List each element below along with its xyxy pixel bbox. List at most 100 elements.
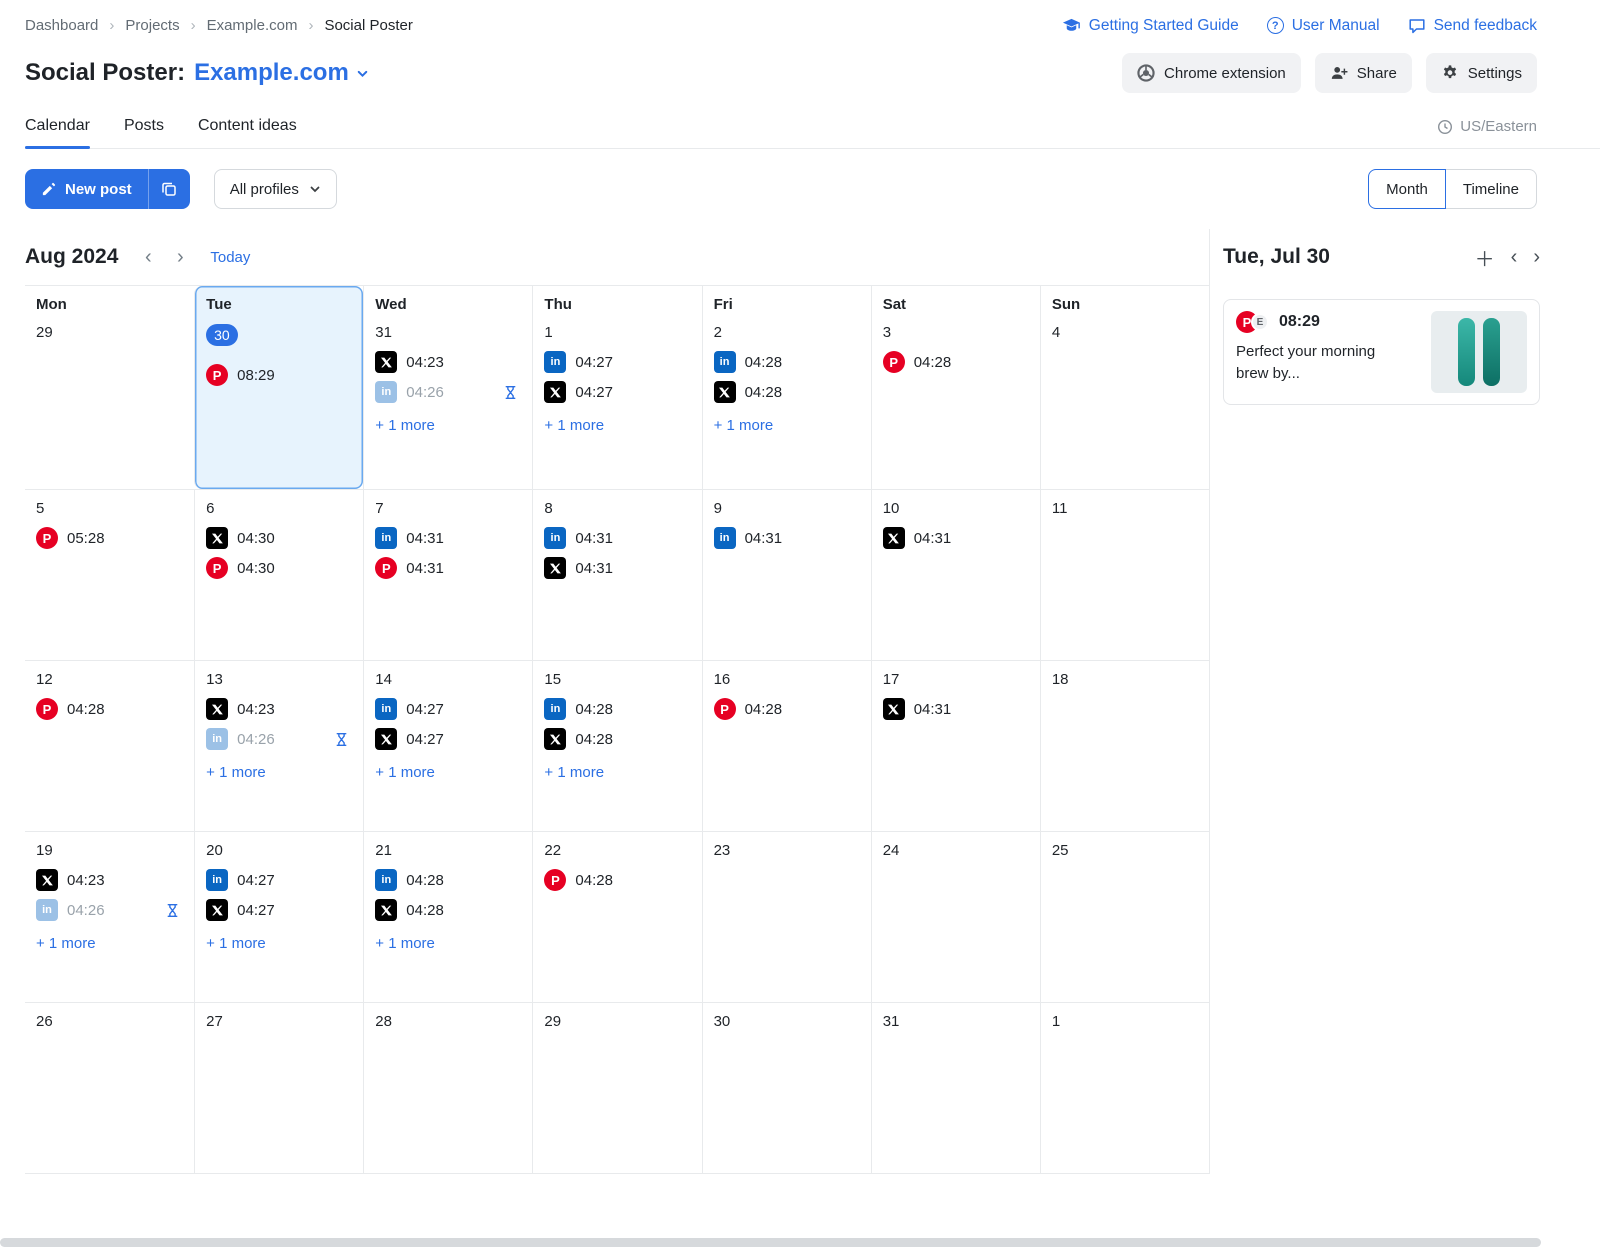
day-cell[interactable]: 23 [702,831,871,1002]
scheduled-post[interactable]: in04:31 [714,527,859,549]
scheduled-post[interactable]: 04:28 [544,728,689,750]
scheduled-post[interactable]: in04:28 [714,351,859,373]
scheduled-post[interactable]: 04:30 [206,527,351,549]
more-posts-link[interactable]: + 1 more [714,417,774,434]
scheduled-post[interactable]: in04:26 [375,381,520,403]
scheduled-post[interactable]: P04:30 [206,557,351,579]
day-cell[interactable]: Sun4 [1040,286,1209,489]
day-cell[interactable]: Wed3104:23in04:26+ 1 more [363,286,532,489]
view-timeline-button[interactable]: Timeline [1446,169,1537,209]
day-cell[interactable]: 1304:23in04:26+ 1 more [194,660,363,831]
day-cell[interactable]: 15in04:2804:28+ 1 more [532,660,701,831]
more-posts-link[interactable]: + 1 more [375,417,435,434]
day-cell[interactable]: 29 [532,1002,701,1173]
day-cell[interactable]: 1904:23in04:26+ 1 more [25,831,194,1002]
scheduled-post[interactable]: 04:23 [206,698,351,720]
day-cell[interactable]: 7in04:31P04:31 [363,489,532,660]
day-cell[interactable]: 1 [1040,1002,1209,1173]
day-cell[interactable]: 1704:31 [871,660,1040,831]
breadcrumb-item-project[interactable]: Example.com [207,17,298,34]
scheduled-post[interactable]: P04:28 [544,869,689,891]
more-posts-link[interactable]: + 1 more [375,764,435,781]
send-feedback-link[interactable]: Send feedback [1408,17,1537,35]
breadcrumb-item-projects[interactable]: Projects [125,17,179,34]
day-cell[interactable]: 16P04:28 [702,660,871,831]
day-cell[interactable]: 30 [702,1002,871,1173]
scheduled-post[interactable]: 04:27 [544,381,689,403]
day-cell[interactable]: 12P04:28 [25,660,194,831]
day-cell[interactable]: 9in04:31 [702,489,871,660]
scheduled-post[interactable]: in04:27 [206,869,351,891]
getting-started-guide-link[interactable]: Getting Started Guide [1062,16,1239,35]
day-cell[interactable]: Sat3P04:28 [871,286,1040,489]
day-cell[interactable]: Tue30P08:29 [194,286,363,489]
view-month-button[interactable]: Month [1368,169,1446,209]
horizontal-scrollbar[interactable] [0,1238,1541,1247]
tab-posts[interactable]: Posts [124,117,164,148]
scheduled-post[interactable]: in04:28 [544,698,689,720]
more-posts-link[interactable]: + 1 more [36,935,96,952]
bulk-post-button[interactable] [148,169,190,209]
scheduled-post[interactable]: P04:28 [714,698,859,720]
day-cell[interactable]: 20in04:2704:27+ 1 more [194,831,363,1002]
scheduled-post[interactable]: in04:26 [36,899,182,921]
day-cell[interactable]: 24 [871,831,1040,1002]
more-posts-link[interactable]: + 1 more [544,417,604,434]
scheduled-post[interactable]: 04:28 [714,381,859,403]
day-cell[interactable]: 27 [194,1002,363,1173]
scheduled-post[interactable]: P08:29 [206,364,351,386]
more-posts-link[interactable]: + 1 more [375,935,435,952]
day-cell[interactable]: 8in04:3104:31 [532,489,701,660]
scheduled-post[interactable]: 04:23 [375,351,520,373]
scheduled-post[interactable]: 04:28 [375,899,520,921]
scheduled-post[interactable]: P05:28 [36,527,182,549]
prev-day-button[interactable]: ‹ [1511,246,1518,269]
scheduled-post[interactable]: 04:31 [883,527,1028,549]
day-cell[interactable]: 11 [1040,489,1209,660]
scheduled-post[interactable]: 04:31 [544,557,689,579]
scheduled-post[interactable]: in04:31 [375,527,520,549]
next-day-button[interactable]: › [1533,246,1540,269]
day-cell[interactable]: 18 [1040,660,1209,831]
day-cell[interactable]: 26 [25,1002,194,1173]
share-button[interactable]: Share [1315,53,1412,93]
day-cell[interactable]: 1004:31 [871,489,1040,660]
settings-button[interactable]: Settings [1426,53,1537,93]
scheduled-post[interactable]: in04:27 [544,351,689,373]
day-cell[interactable]: 14in04:2704:27+ 1 more [363,660,532,831]
post-card[interactable]: P E 08:29 Perfect your morning brew by..… [1223,299,1540,405]
day-cell[interactable]: 31 [871,1002,1040,1173]
day-cell[interactable]: 5P05:28 [25,489,194,660]
next-month-button[interactable]: › [166,243,194,271]
today-button[interactable]: Today [210,249,250,266]
scheduled-post[interactable]: 04:27 [206,899,351,921]
more-posts-link[interactable]: + 1 more [206,935,266,952]
day-cell[interactable]: 604:30P04:30 [194,489,363,660]
scheduled-post[interactable]: P04:31 [375,557,520,579]
project-selector[interactable]: Example.com [194,59,369,87]
profiles-filter-dropdown[interactable]: All profiles [214,169,337,209]
more-posts-link[interactable]: + 1 more [206,764,266,781]
user-manual-link[interactable]: ? User Manual [1267,17,1380,35]
add-post-button[interactable]: ＋ [1475,243,1495,272]
day-cell[interactable]: 28 [363,1002,532,1173]
more-posts-link[interactable]: + 1 more [544,764,604,781]
day-cell[interactable]: Fri2in04:2804:28+ 1 more [702,286,871,489]
scheduled-post[interactable]: in04:27 [375,698,520,720]
scheduled-post[interactable]: in04:28 [375,869,520,891]
new-post-button[interactable]: New post [25,169,148,209]
tab-content-ideas[interactable]: Content ideas [198,117,297,148]
day-cell[interactable]: 21in04:2804:28+ 1 more [363,831,532,1002]
day-cell[interactable]: 22P04:28 [532,831,701,1002]
scheduled-post[interactable]: 04:27 [375,728,520,750]
day-cell[interactable]: 25 [1040,831,1209,1002]
scheduled-post[interactable]: 04:31 [883,698,1028,720]
day-cell[interactable]: Thu1in04:2704:27+ 1 more [532,286,701,489]
scheduled-post[interactable]: in04:26 [206,728,351,750]
scheduled-post[interactable]: in04:31 [544,527,689,549]
scheduled-post[interactable]: 04:23 [36,869,182,891]
day-cell[interactable]: Mon29 [25,286,194,489]
prev-month-button[interactable]: ‹ [134,243,162,271]
breadcrumb-item-dashboard[interactable]: Dashboard [25,17,98,34]
scheduled-post[interactable]: P04:28 [36,698,182,720]
